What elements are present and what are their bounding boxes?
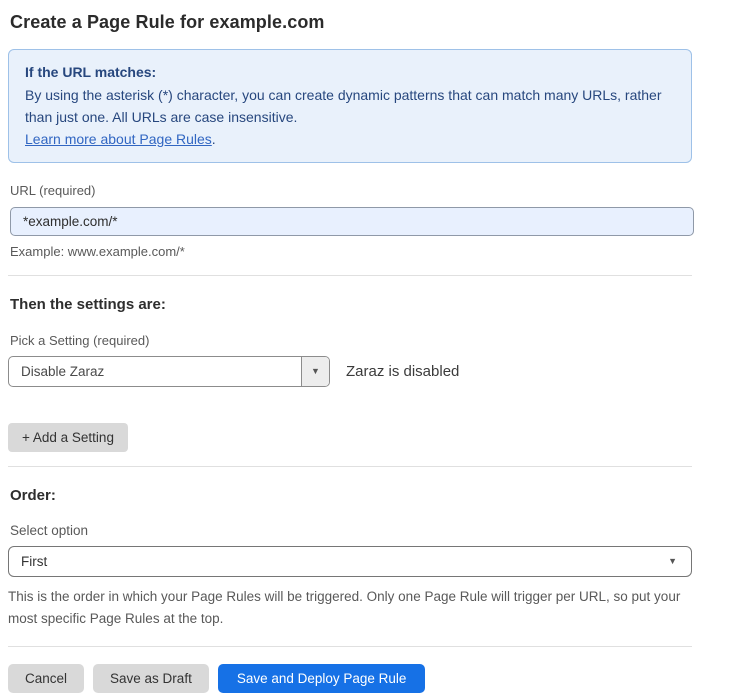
- learn-more-link[interactable]: Learn more about Page Rules: [25, 131, 212, 147]
- settings-section-heading: Then the settings are:: [10, 296, 692, 313]
- link-suffix: .: [212, 131, 216, 147]
- setting-row: Disable Zaraz ▼ Zaraz is disabled: [8, 356, 692, 387]
- setting-picker-label: Pick a Setting (required): [10, 333, 692, 348]
- order-select-label: Select option: [10, 523, 692, 538]
- page-rule-form: Create a Page Rule for example.com If th…: [0, 0, 750, 693]
- add-setting-button[interactable]: + Add a Setting: [8, 423, 128, 452]
- setting-select[interactable]: Disable Zaraz ▼: [8, 356, 330, 387]
- url-input[interactable]: [10, 207, 694, 236]
- info-box-heading: If the URL matches:: [25, 61, 675, 83]
- url-match-info-box: If the URL matches: By using the asteris…: [8, 49, 692, 163]
- order-select[interactable]: First ▼: [8, 546, 692, 577]
- cancel-button[interactable]: Cancel: [8, 664, 84, 693]
- setting-status-text: Zaraz is disabled: [346, 363, 459, 380]
- save-as-draft-button[interactable]: Save as Draft: [93, 664, 209, 693]
- url-helper-text: Example: www.example.com/*: [10, 244, 692, 259]
- info-box-body: By using the asterisk (*) character, you…: [25, 84, 665, 128]
- dropdown-arrow-icon: ▼: [311, 367, 320, 376]
- order-select-value: First: [21, 554, 47, 569]
- save-and-deploy-button[interactable]: Save and Deploy Page Rule: [218, 664, 426, 693]
- chevron-down-icon: ▼: [668, 557, 677, 566]
- info-box-link-line: Learn more about Page Rules.: [25, 128, 675, 150]
- setting-select-value: Disable Zaraz: [9, 357, 301, 386]
- divider: [8, 275, 692, 276]
- setting-select-arrow-button[interactable]: ▼: [301, 357, 329, 386]
- url-label: URL (required): [10, 183, 96, 198]
- divider: [8, 646, 692, 647]
- order-helper-text: This is the order in which your Page Rul…: [8, 586, 688, 630]
- url-field-group: URL (required) Example: www.example.com/…: [10, 182, 692, 259]
- divider: [8, 466, 692, 467]
- order-section-heading: Order:: [10, 487, 692, 504]
- footer-actions: Cancel Save as Draft Save and Deploy Pag…: [8, 664, 692, 693]
- page-title: Create a Page Rule for example.com: [10, 12, 692, 33]
